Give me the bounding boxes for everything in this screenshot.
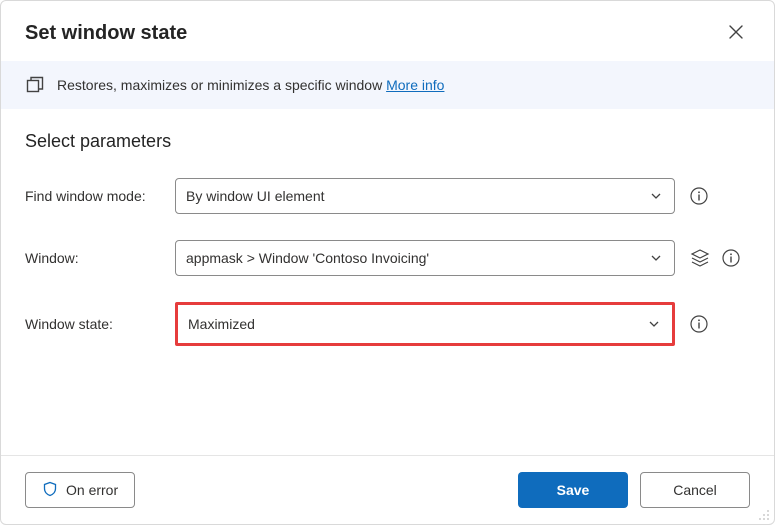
info-banner: Restores, maximizes or minimizes a speci… xyxy=(1,61,774,109)
window-copy-icon xyxy=(25,75,45,95)
layers-icon[interactable] xyxy=(689,247,711,269)
info-icon[interactable] xyxy=(689,314,709,334)
info-text: Restores, maximizes or minimizes a speci… xyxy=(57,77,382,93)
resize-grip-icon[interactable] xyxy=(758,508,770,520)
chevron-down-icon xyxy=(648,250,664,266)
chevron-down-icon xyxy=(648,188,664,204)
close-icon xyxy=(729,25,743,42)
section-title: Select parameters xyxy=(25,131,750,152)
more-info-link[interactable]: More info xyxy=(386,77,444,93)
select-value: Maximized xyxy=(188,316,255,332)
select-value: By window UI element xyxy=(186,188,325,204)
select-window-state[interactable]: Maximized xyxy=(175,302,675,346)
row-find-window-mode: Find window mode: By window UI element xyxy=(25,178,750,214)
shield-icon xyxy=(42,481,58,500)
on-error-button[interactable]: On error xyxy=(25,472,135,508)
chevron-down-icon xyxy=(646,316,662,332)
on-error-label: On error xyxy=(66,482,118,498)
info-icon[interactable] xyxy=(689,186,709,206)
select-find-window-mode[interactable]: By window UI element xyxy=(175,178,675,214)
row-window-state: Window state: Maximized xyxy=(25,302,750,346)
label-window-state: Window state: xyxy=(25,316,175,332)
row-window: Window: appmask > Window 'Contoso Invoic… xyxy=(25,240,750,276)
dialog-footer: On error Save Cancel xyxy=(1,455,774,524)
info-icon[interactable] xyxy=(721,248,741,268)
save-button[interactable]: Save xyxy=(518,472,628,508)
info-banner-text: Restores, maximizes or minimizes a speci… xyxy=(57,77,444,93)
dialog-set-window-state: Set window state Restores, maximizes or … xyxy=(0,0,775,525)
select-window[interactable]: appmask > Window 'Contoso Invoicing' xyxy=(175,240,675,276)
title-bar: Set window state xyxy=(1,1,774,61)
dialog-title: Set window state xyxy=(25,22,187,45)
close-button[interactable] xyxy=(722,19,750,47)
select-value: appmask > Window 'Contoso Invoicing' xyxy=(186,250,429,266)
label-find-window-mode: Find window mode: xyxy=(25,188,175,204)
cancel-button[interactable]: Cancel xyxy=(640,472,750,508)
footer-actions: Save Cancel xyxy=(518,472,750,508)
parameters-section: Select parameters Find window mode: By w… xyxy=(1,109,774,455)
label-window: Window: xyxy=(25,250,175,266)
